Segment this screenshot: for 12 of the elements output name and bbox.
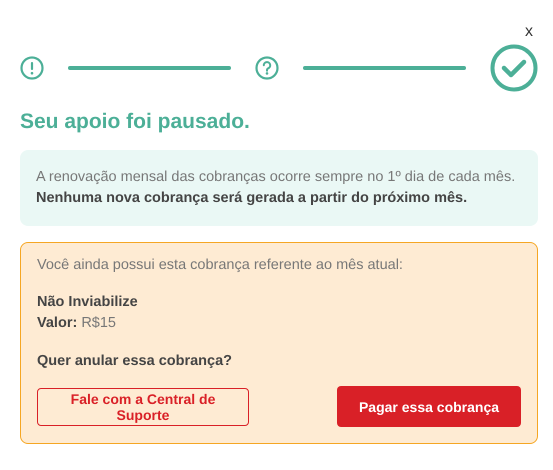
info-text: A renovação mensal das cobranças ocorre sempre no 1º dia de cada mês. Nenhuma nova cobrança será gerada a partir do próximo mês. (36, 168, 516, 208)
charge-value: Valor: R$15 (37, 314, 117, 333)
charge-name: Não Inviabilize (37, 293, 139, 312)
exclamation-icon (20, 56, 44, 80)
heading: Seu apoio foi pausado. (20, 110, 251, 134)
pay-button[interactable]: Pagar essa cobrança (337, 386, 521, 427)
close-button[interactable]: x (520, 22, 538, 42)
question-text: Quer anular essa cobrança? (37, 353, 234, 369)
support-button[interactable]: Fale com a Central de Suporte (37, 388, 249, 426)
question-icon (255, 56, 279, 80)
check-icon (490, 44, 538, 92)
intro-text: Você ainda possui esta cobrança referente ao mês atual: (37, 257, 404, 273)
